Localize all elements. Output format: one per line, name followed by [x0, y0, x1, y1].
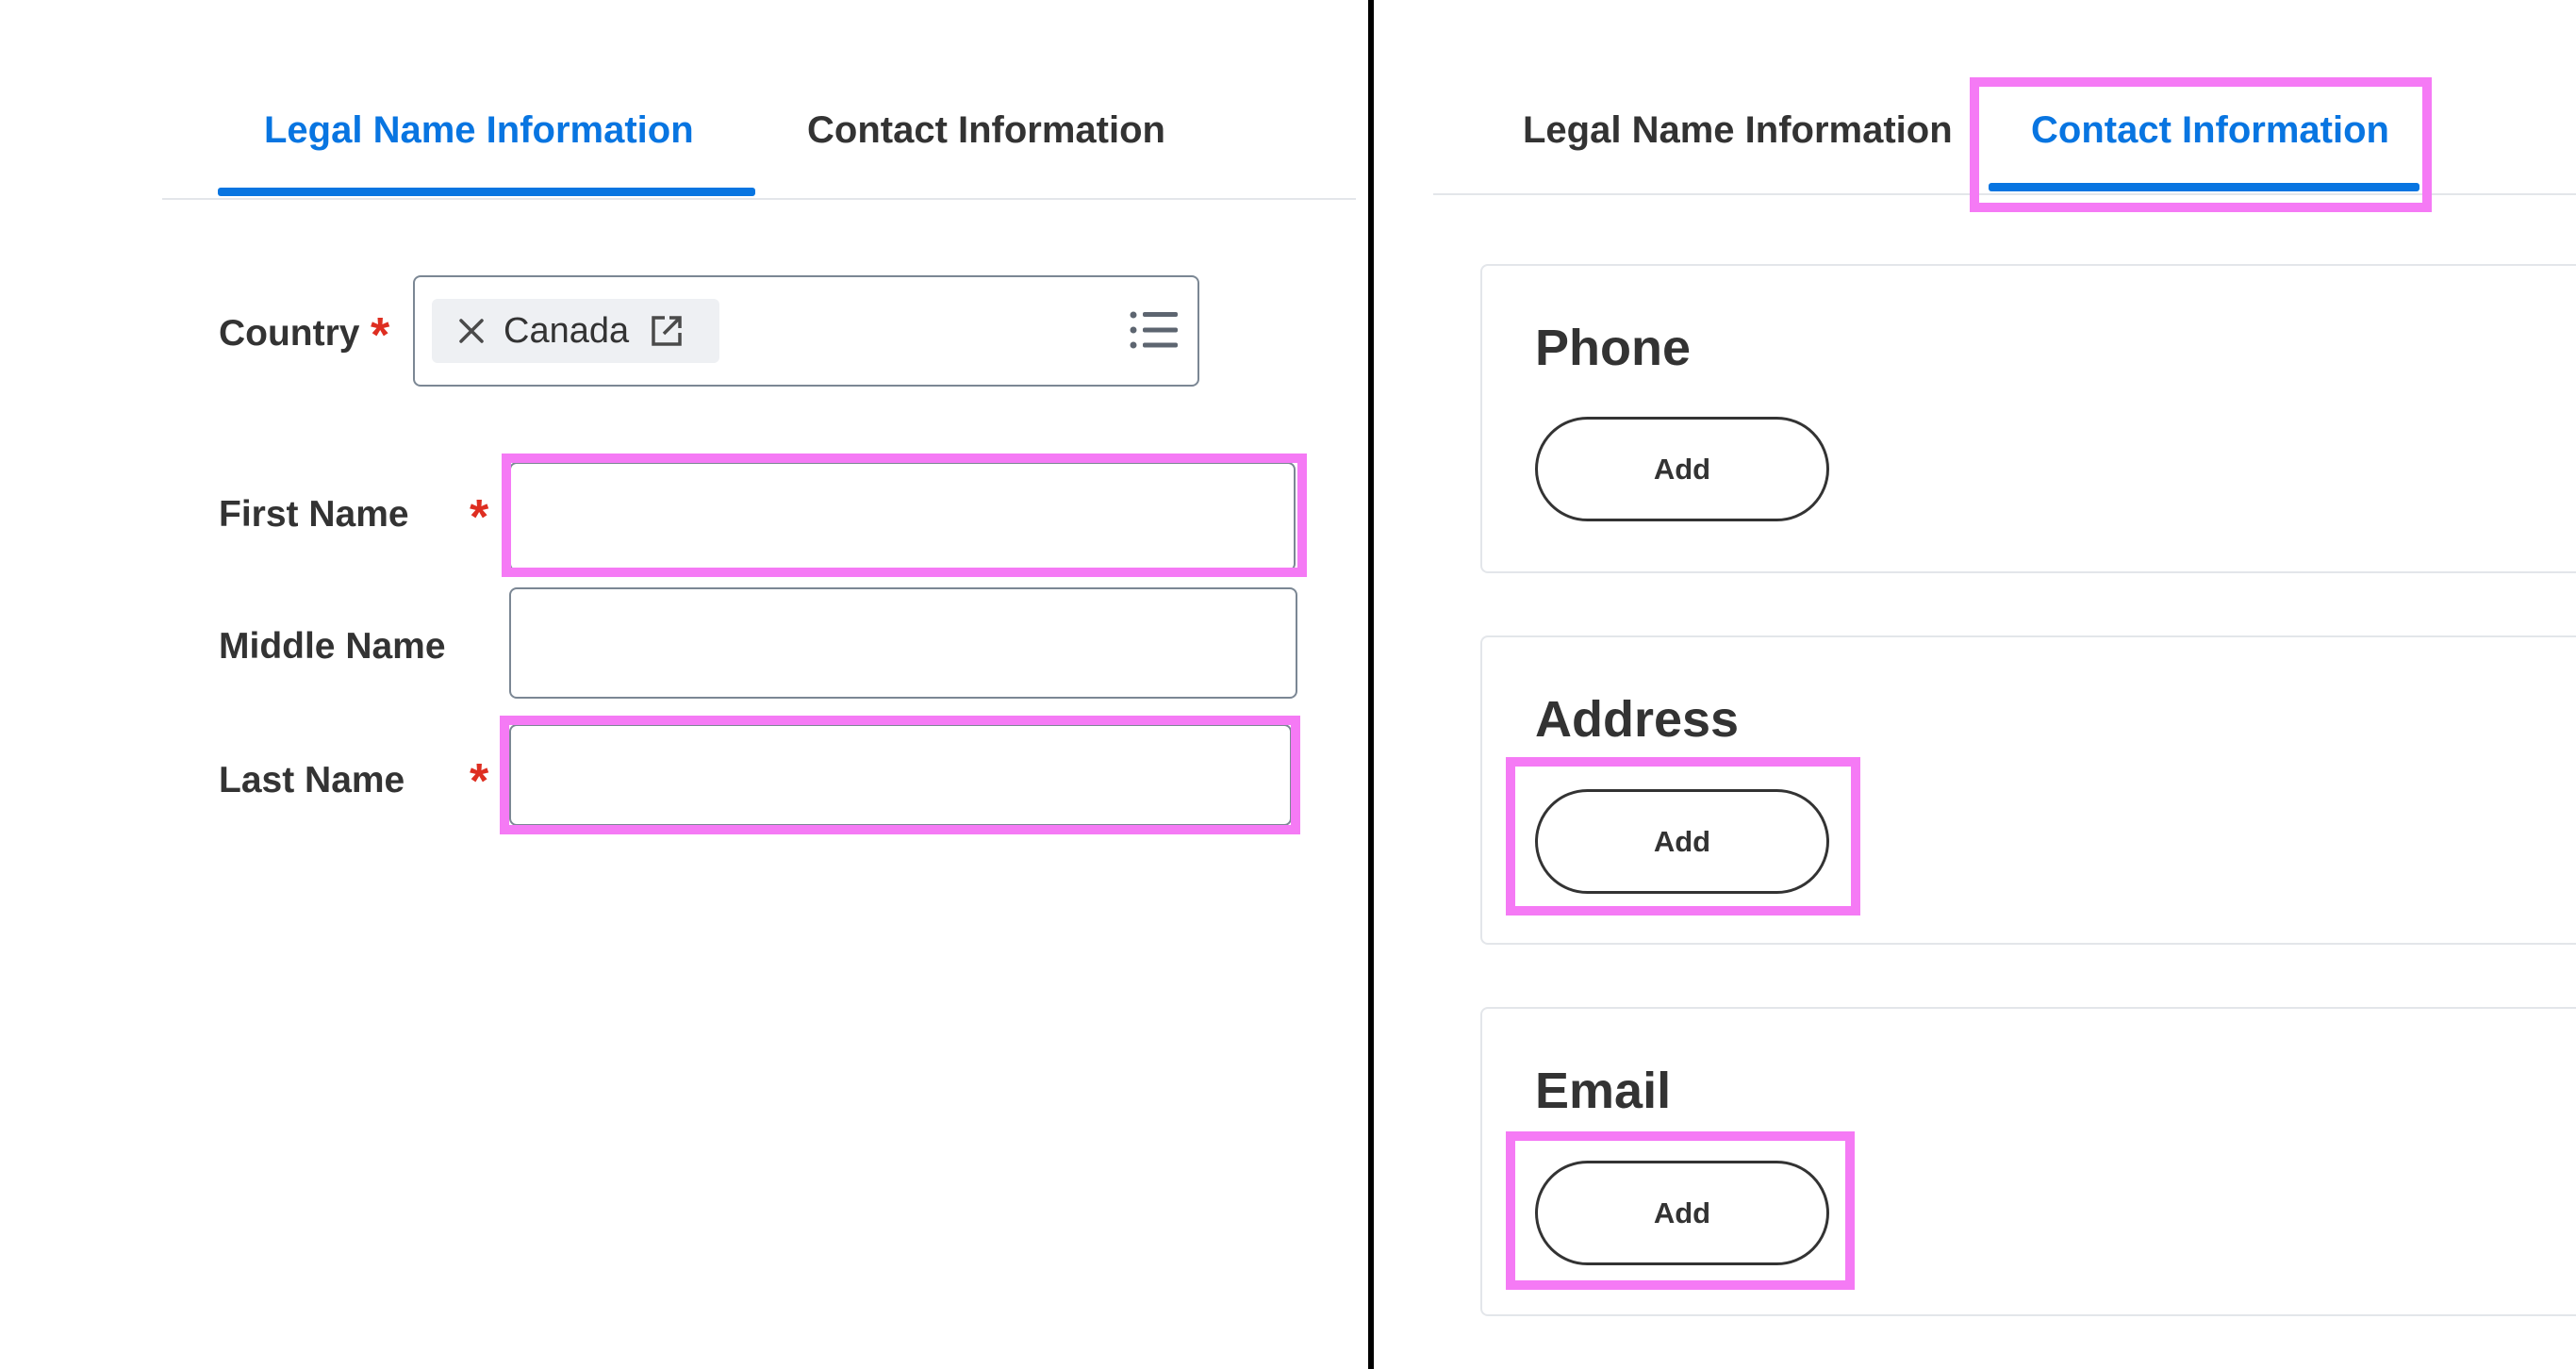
tab-contact-information[interactable]: Contact Information [2031, 111, 2389, 149]
add-email-button[interactable]: Add [1535, 1161, 1829, 1265]
add-phone-button[interactable]: Add [1535, 417, 1829, 521]
external-link-icon[interactable] [650, 314, 684, 348]
address-card: Address Add [1480, 635, 2576, 945]
add-address-button[interactable]: Add [1535, 789, 1829, 894]
first-name-input[interactable] [509, 462, 1296, 571]
country-selector[interactable]: Canada [413, 275, 1199, 387]
list-icon[interactable] [1129, 309, 1178, 355]
last-name-label: Last Name [219, 760, 405, 800]
selected-country-pill: Canada [432, 299, 719, 363]
address-section-title: Address [1535, 691, 1740, 748]
active-tab-indicator [1989, 183, 2419, 191]
last-name-input[interactable] [509, 724, 1292, 826]
first-name-label: First Name [219, 494, 409, 535]
tab-contact-information[interactable]: Contact Information [807, 111, 1165, 149]
middle-name-input[interactable] [509, 587, 1297, 699]
right-panel: Legal Name Information Contact Informati… [1374, 0, 2576, 1369]
tab-bar-divider [1433, 193, 2576, 195]
email-card: Email Add [1480, 1007, 2576, 1316]
tab-bar-divider [162, 198, 1356, 200]
country-required-mark: * [371, 308, 390, 363]
left-panel: Legal Name Information Contact Informati… [0, 0, 1368, 1369]
phone-card: Phone Add [1480, 264, 2576, 573]
country-label: Country [219, 313, 360, 354]
first-name-required-mark: * [470, 490, 489, 545]
selected-country-value: Canada [504, 310, 630, 351]
active-tab-indicator [218, 188, 755, 196]
last-name-required-mark: * [470, 754, 489, 809]
close-icon[interactable] [456, 316, 487, 346]
email-section-title: Email [1535, 1063, 1672, 1119]
middle-name-label: Middle Name [219, 626, 446, 667]
tab-legal-name-information[interactable]: Legal Name Information [264, 111, 694, 149]
tab-legal-name-information[interactable]: Legal Name Information [1523, 111, 1953, 149]
phone-section-title: Phone [1535, 320, 1692, 376]
